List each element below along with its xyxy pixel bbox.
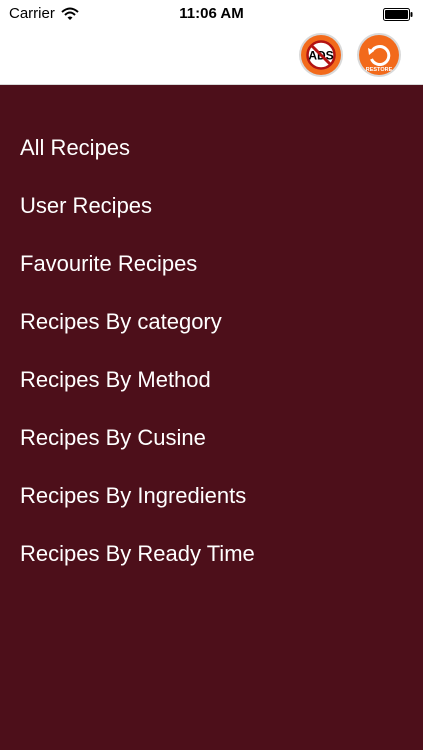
top-toolbar: ADS RESTORE bbox=[0, 28, 423, 85]
restore-purchases-button[interactable]: RESTORE bbox=[356, 32, 402, 78]
status-time: 11:06 AM bbox=[179, 5, 244, 22]
recipe-menu-list: All Recipes User Recipes Favourite Recip… bbox=[0, 85, 423, 583]
no-ads-icon: ADS bbox=[299, 33, 343, 77]
menu-item-recipes-by-cusine[interactable]: Recipes By Cusine bbox=[0, 409, 423, 467]
menu-item-recipes-by-ready-time[interactable]: Recipes By Ready Time bbox=[0, 525, 423, 583]
status-bar: Carrier 11:06 AM bbox=[0, 0, 423, 28]
menu-item-user-recipes[interactable]: User Recipes bbox=[0, 177, 423, 235]
menu-item-all-recipes[interactable]: All Recipes bbox=[0, 119, 423, 177]
menu-item-recipes-by-category[interactable]: Recipes By category bbox=[0, 293, 423, 351]
battery-icon bbox=[383, 8, 413, 21]
menu-item-favourite-recipes[interactable]: Favourite Recipes bbox=[0, 235, 423, 293]
menu-panel: All Recipes User Recipes Favourite Recip… bbox=[0, 85, 423, 750]
menu-item-recipes-by-method[interactable]: Recipes By Method bbox=[0, 351, 423, 409]
remove-ads-button[interactable]: ADS bbox=[298, 32, 344, 78]
restore-label: RESTORE bbox=[366, 67, 393, 73]
menu-item-recipes-by-ingredients[interactable]: Recipes By Ingredients bbox=[0, 467, 423, 525]
restore-icon: RESTORE bbox=[357, 33, 401, 77]
